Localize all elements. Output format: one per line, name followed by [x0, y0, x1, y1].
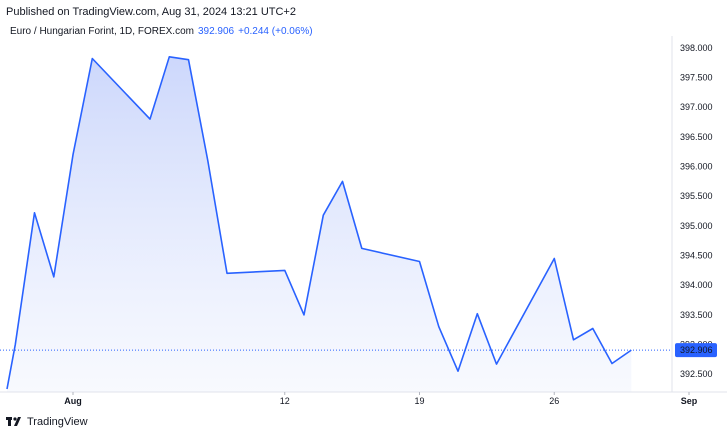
last-price-marker: 392.906 — [675, 343, 717, 358]
data-point — [629, 348, 633, 352]
data-point — [283, 268, 287, 272]
y-tick-label: 396.000 — [680, 162, 713, 172]
y-tick-label: 393.500 — [680, 310, 713, 320]
x-tick-label: 19 — [414, 396, 424, 406]
data-point — [33, 211, 37, 215]
data-point — [495, 362, 499, 366]
data-point — [5, 387, 9, 391]
data-point — [341, 179, 345, 183]
data-point — [437, 325, 441, 329]
y-tick-label: 395.000 — [680, 221, 713, 231]
x-tick-label: 26 — [549, 396, 559, 406]
y-tick-label: 398.000 — [680, 43, 713, 53]
data-point — [167, 55, 171, 59]
y-tick-label: 394.000 — [680, 280, 713, 290]
data-point — [13, 343, 17, 347]
data-point — [302, 313, 306, 317]
price-area-fill — [7, 56, 632, 393]
price-axis[interactable]: 398.000 397.500 397.000 396.500 396.000 395.5… — [680, 43, 713, 379]
brand-name: TradingView — [27, 416, 88, 428]
data-point — [591, 327, 595, 331]
x-tick-label: Aug — [64, 396, 82, 406]
data-point — [148, 117, 152, 121]
data-point — [206, 159, 210, 163]
data-point — [418, 260, 422, 264]
last-price-label: 392.906 — [680, 345, 713, 355]
data-point — [552, 257, 556, 261]
data-point — [572, 338, 576, 342]
y-tick-label: 397.500 — [680, 73, 713, 83]
data-point — [225, 271, 229, 275]
x-tick-label: 12 — [280, 396, 290, 406]
data-point — [71, 153, 75, 157]
y-tick-label: 395.500 — [680, 191, 713, 201]
tradingview-logo-icon — [6, 417, 21, 426]
x-tick-label: Sep — [681, 396, 698, 406]
data-point — [90, 57, 94, 61]
y-tick-label: 394.500 — [680, 251, 713, 261]
data-point — [610, 362, 614, 366]
tradingview-brand[interactable]: TradingView — [6, 416, 88, 428]
data-point — [360, 246, 364, 250]
y-tick-label: 396.500 — [680, 132, 713, 142]
price-chart[interactable]: 398.000 397.500 397.000 396.500 396.000 395.5… — [0, 0, 727, 436]
data-point — [456, 369, 460, 373]
time-axis[interactable]: Aug121926Sep913 — [64, 392, 727, 406]
y-tick-label: 392.500 — [680, 369, 713, 379]
data-point — [52, 275, 56, 279]
data-point — [475, 312, 479, 316]
data-point — [321, 213, 325, 217]
y-tick-label: 397.000 — [680, 102, 713, 112]
data-point — [187, 58, 191, 62]
